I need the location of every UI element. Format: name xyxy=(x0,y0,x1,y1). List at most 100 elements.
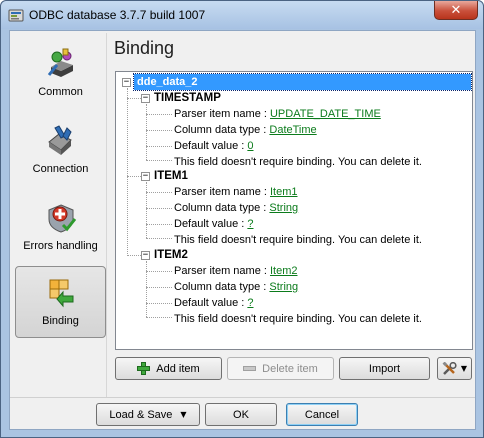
tree-connector xyxy=(146,317,172,318)
tree-connector xyxy=(127,98,141,99)
tree-group-item2[interactable]: ITEM2 xyxy=(154,247,188,263)
tree-leaf-column-type: Column data type : DateTime xyxy=(174,122,317,138)
leaf-label: Parser item name : xyxy=(174,265,270,277)
nav-item-connection[interactable]: Connection xyxy=(15,114,106,186)
default-value-link[interactable]: ? xyxy=(247,218,253,230)
errors-handling-icon xyxy=(45,201,77,233)
tree-group-timestamp[interactable]: TIMESTAMP xyxy=(154,90,221,106)
tree-connector xyxy=(146,130,172,131)
ok-button[interactable]: OK xyxy=(205,403,277,426)
binding-tree[interactable]: − dde_data_2 − TIMESTAMP Parser item nam… xyxy=(115,71,473,350)
odbc-app-icon xyxy=(8,7,24,23)
leaf-label: Column data type : xyxy=(174,202,270,214)
binding-note: This field doesn't require binding. You … xyxy=(174,313,422,325)
tree-connector xyxy=(146,208,172,209)
tree-leaf-column-type: Column data type : String xyxy=(174,200,298,216)
chevron-down-icon: ▼ xyxy=(460,364,468,373)
tree-connector xyxy=(127,255,141,256)
tree-leaf-parser-name: Parser item name : Item2 xyxy=(174,263,298,279)
close-icon: ✕ xyxy=(450,2,462,18)
nav-label-errors-handling: Errors handling xyxy=(23,240,98,252)
cancel-button[interactable]: Cancel xyxy=(286,403,358,426)
cancel-label: Cancel xyxy=(304,408,340,421)
tree-connector xyxy=(127,176,141,177)
nav-item-errors-handling[interactable]: Errors handling xyxy=(15,191,106,263)
title-bar[interactable]: ODBC database 3.7.7 build 1007 ✕ xyxy=(1,1,483,29)
nav-label-connection: Connection xyxy=(32,163,89,175)
leaf-label: Parser item name : xyxy=(174,108,270,120)
nav-item-binding[interactable]: Binding xyxy=(15,266,106,338)
chevron-down-icon: ▼ xyxy=(180,410,187,419)
default-value-link[interactable]: ? xyxy=(247,297,253,309)
delete-item-label: Delete item xyxy=(262,362,318,375)
tree-leaf-note: This field doesn't require binding. You … xyxy=(174,232,422,248)
tree-connector xyxy=(146,271,172,272)
minus-icon xyxy=(243,366,257,371)
tree-connector xyxy=(146,192,172,193)
tree-group-item1[interactable]: ITEM1 xyxy=(154,168,188,184)
page-title: Binding xyxy=(114,38,175,58)
nav-label-binding: Binding xyxy=(42,315,79,327)
root-expander[interactable]: − xyxy=(122,78,131,87)
group-expander-item1[interactable]: − xyxy=(141,172,150,181)
parser-name-link[interactable]: Item1 xyxy=(270,186,298,198)
leaf-label: Default value : xyxy=(174,297,248,309)
tree-leaf-note: This field doesn't require binding. You … xyxy=(174,311,422,327)
tree-leaf-default-value: Default value : 0 xyxy=(174,138,254,154)
binding-icon xyxy=(45,276,77,308)
tree-connector xyxy=(146,287,172,288)
binding-note: This field doesn't require binding. You … xyxy=(174,156,422,168)
leaf-label: Parser item name : xyxy=(174,186,270,198)
import-button[interactable]: Import xyxy=(339,357,430,380)
tree-connector xyxy=(146,182,147,238)
close-button[interactable]: ✕ xyxy=(434,1,478,20)
add-item-button[interactable]: Add item xyxy=(115,357,222,380)
dialog-client-area: Common Connection Errors handling Bindin… xyxy=(9,30,476,430)
group-label: TIMESTAMP xyxy=(154,92,221,104)
tree-leaf-parser-name: Parser item name : UPDATE_DATE_TIME xyxy=(174,106,381,122)
group-expander-item2[interactable]: − xyxy=(141,251,150,260)
plus-icon xyxy=(137,362,151,375)
column-type-link[interactable]: DateTime xyxy=(269,124,316,136)
common-icon xyxy=(45,47,77,79)
nav-item-common[interactable]: Common xyxy=(15,37,106,109)
parser-name-link[interactable]: UPDATE_DATE_TIME xyxy=(270,108,381,120)
tree-root-label: dde_data_2 xyxy=(133,73,472,91)
tree-connector xyxy=(146,303,172,304)
tree-connector xyxy=(146,261,147,317)
tools-menu-button[interactable]: ▼ xyxy=(437,357,472,380)
load-save-label: Load & Save xyxy=(109,408,173,421)
tools-icon xyxy=(442,361,458,376)
tree-leaf-parser-name: Parser item name : Item1 xyxy=(174,184,298,200)
settings-nav: Common Connection Errors handling Bindin… xyxy=(12,33,107,427)
tree-connector xyxy=(146,224,172,225)
tree-leaf-note: This field doesn't require binding. You … xyxy=(174,154,422,170)
connection-icon xyxy=(45,124,77,156)
leaf-label: Default value : xyxy=(174,218,248,230)
tree-connector xyxy=(146,238,172,239)
import-label: Import xyxy=(368,362,401,375)
group-expander-timestamp[interactable]: − xyxy=(141,94,150,103)
tree-root[interactable]: dde_data_2 xyxy=(133,73,472,91)
delete-item-button[interactable]: Delete item xyxy=(227,357,334,380)
leaf-label: Default value : xyxy=(174,140,248,152)
default-value-link[interactable]: 0 xyxy=(247,140,253,152)
leaf-label: Column data type : xyxy=(174,281,270,293)
tree-connector xyxy=(146,146,172,147)
tree-connector xyxy=(146,114,172,115)
parser-name-link[interactable]: Item2 xyxy=(270,265,298,277)
load-save-button[interactable]: Load & Save ▼ xyxy=(96,403,200,426)
ok-label: OK xyxy=(233,408,249,421)
group-label: ITEM2 xyxy=(154,249,188,261)
tree-connector xyxy=(127,88,128,256)
tree-connector xyxy=(146,104,147,160)
add-item-label: Add item xyxy=(156,362,200,375)
tree-leaf-default-value: Default value : ? xyxy=(174,216,254,232)
leaf-label: Column data type : xyxy=(174,124,270,136)
tree-connector xyxy=(146,160,172,161)
column-type-link[interactable]: String xyxy=(269,281,298,293)
window-title: ODBC database 3.7.7 build 1007 xyxy=(29,8,206,22)
tree-leaf-default-value: Default value : ? xyxy=(174,295,254,311)
dialog-window: ODBC database 3.7.7 build 1007 ✕ Common … xyxy=(0,0,484,438)
column-type-link[interactable]: String xyxy=(269,202,298,214)
